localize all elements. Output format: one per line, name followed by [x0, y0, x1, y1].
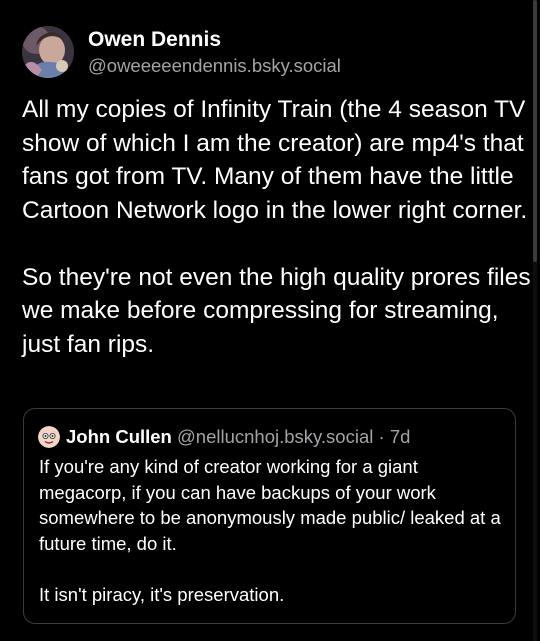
author-avatar[interactable] [22, 26, 74, 78]
author-handle[interactable]: @oweeeeendennis.bsky.social [88, 55, 341, 77]
quote-paragraph: It isn't piracy, it's preservation. [39, 583, 285, 605]
quote-text: If you're any kind of creator working fo… [39, 454, 509, 607]
scrollbar-thumb[interactable] [533, 0, 537, 262]
author-display-name[interactable]: Owen Dennis [88, 28, 221, 52]
cartoon-face-avatar-icon [38, 426, 60, 448]
quote-timestamp[interactable]: 7d [390, 426, 411, 447]
quoted-post-card[interactable]: John Cullen @nellucnhoj.bsky.social · 7d… [23, 408, 516, 624]
post: Owen Dennis @oweeeeendennis.bsky.social … [0, 0, 540, 641]
post-text: All my copies of Infinity Train (the 4 s… [22, 93, 532, 361]
profile-photo-icon [22, 26, 74, 78]
quote-header: John Cullen @nellucnhoj.bsky.social · 7d [66, 426, 410, 448]
quote-paragraph: If you're any kind of creator working fo… [39, 456, 501, 554]
post-paragraph: All my copies of Infinity Train (the 4 s… [22, 96, 528, 224]
quote-author-avatar[interactable] [38, 426, 60, 448]
quote-author-display-name[interactable]: John Cullen [66, 426, 172, 447]
quote-author-handle[interactable]: @nellucnhoj.bsky.social [177, 426, 373, 447]
quote-separator: · [378, 426, 385, 447]
post-paragraph: So they're not even the high quality pro… [22, 263, 531, 358]
